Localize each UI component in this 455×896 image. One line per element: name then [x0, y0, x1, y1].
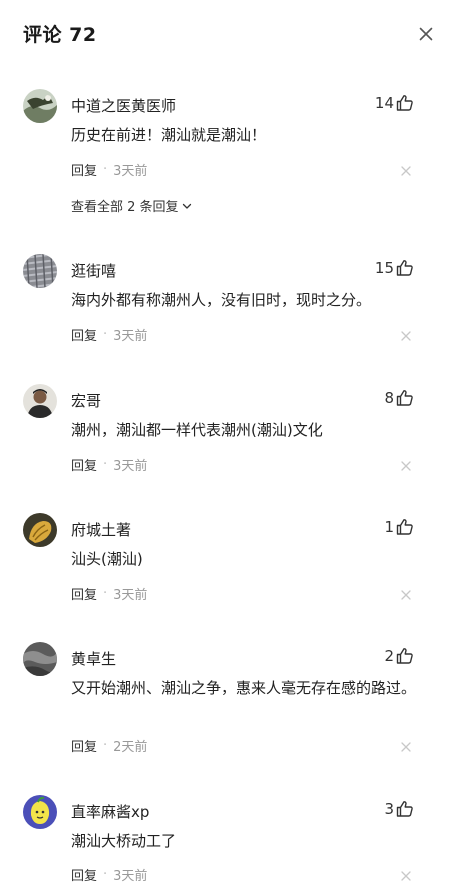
separator-dot: · [103, 162, 108, 177]
comment-time: 3天前 [113, 329, 148, 344]
comments-title: 评论 72 [23, 24, 97, 46]
close-button[interactable] [414, 22, 438, 46]
like-count: 8 [384, 389, 394, 407]
delete-button[interactable] [399, 868, 413, 882]
delete-button[interactable] [399, 458, 413, 472]
comment-meta: 回复 · 3天前 [71, 325, 147, 344]
like-button[interactable]: 2 [384, 646, 415, 666]
avatar[interactable] [23, 513, 57, 547]
separator-dot: · [103, 586, 108, 601]
like-button[interactable]: 8 [384, 388, 415, 408]
view-all-replies-button[interactable]: 查看全部 2 条回复 [71, 196, 193, 215]
separator-dot: · [103, 457, 108, 472]
delete-button[interactable] [399, 739, 413, 753]
x-icon [401, 461, 411, 471]
like-button[interactable]: 15 [375, 258, 415, 278]
avatar[interactable] [23, 254, 57, 288]
comment-time: 3天前 [113, 588, 148, 603]
comment-text: 潮汕大桥动工了 [71, 832, 177, 850]
comment-meta: 回复 · 3天前 [71, 160, 147, 179]
delete-button[interactable] [399, 163, 413, 177]
like-button[interactable]: 14 [375, 93, 415, 113]
like-count: 3 [384, 800, 394, 818]
avatar[interactable] [23, 89, 57, 123]
username[interactable]: 直率麻酱xp [71, 801, 149, 822]
thumbs-up-icon [396, 260, 413, 276]
comment-text: 汕头(潮汕) [71, 550, 143, 568]
comment-meta: 回复 · 2天前 [71, 736, 147, 755]
comment-text: 潮州，潮汕都一样代表潮州(潮汕)文化 [71, 421, 323, 439]
thumbs-up-icon [396, 95, 413, 111]
like-button[interactable]: 3 [384, 799, 415, 819]
reply-button[interactable]: 回复 [71, 736, 97, 755]
x-icon [401, 331, 411, 341]
comment-time: 2天前 [113, 740, 148, 755]
comment-text: 又开始潮州、潮汕之争，惠来人毫无存在感的路过。 [71, 679, 417, 697]
comment-time: 3天前 [113, 869, 148, 884]
comment-time: 3天前 [113, 459, 148, 474]
comment-text: 历史在前进！潮汕就是潮汕！ [71, 126, 267, 144]
avatar[interactable] [23, 384, 57, 418]
like-count: 1 [384, 518, 394, 536]
username[interactable]: 府城土著 [71, 519, 131, 540]
x-icon [401, 590, 411, 600]
comment-time: 3天前 [113, 164, 148, 179]
like-count: 2 [384, 647, 394, 665]
avatar[interactable] [23, 795, 57, 829]
username[interactable]: 逛街嘻 [71, 260, 116, 281]
view-replies-label: 查看全部 2 条回复 [71, 200, 179, 215]
reply-button[interactable]: 回复 [71, 865, 97, 884]
comment-meta: 回复 · 3天前 [71, 865, 147, 884]
like-count: 15 [374, 259, 394, 277]
comment-text: 海内外都有称潮州人，没有旧时，现时之分。 [71, 291, 372, 309]
delete-button[interactable] [399, 587, 413, 601]
thumbs-up-icon [396, 519, 413, 535]
username[interactable]: 黄卓生 [71, 648, 116, 669]
comment-meta: 回复 · 3天前 [71, 455, 147, 474]
separator-dot: · [103, 327, 108, 342]
reply-button[interactable]: 回复 [71, 455, 97, 474]
close-icon [419, 27, 433, 41]
x-icon [401, 742, 411, 752]
x-icon [401, 166, 411, 176]
username[interactable]: 中道之医黄医师 [71, 95, 176, 116]
comments-header: 评论 72 [0, 0, 455, 68]
avatar[interactable] [23, 642, 57, 676]
chevron-down-icon [182, 203, 191, 209]
x-icon [401, 871, 411, 881]
reply-button[interactable]: 回复 [71, 584, 97, 603]
comment-meta: 回复 · 3天前 [71, 584, 147, 603]
like-count: 14 [374, 94, 394, 112]
thumbs-up-icon [396, 390, 413, 406]
reply-button[interactable]: 回复 [71, 160, 97, 179]
separator-dot: · [103, 738, 108, 753]
reply-button[interactable]: 回复 [71, 325, 97, 344]
thumbs-up-icon [396, 648, 413, 664]
like-button[interactable]: 1 [384, 517, 415, 537]
separator-dot: · [103, 867, 108, 882]
delete-button[interactable] [399, 328, 413, 342]
username[interactable]: 宏哥 [71, 390, 101, 411]
thumbs-up-icon [396, 801, 413, 817]
